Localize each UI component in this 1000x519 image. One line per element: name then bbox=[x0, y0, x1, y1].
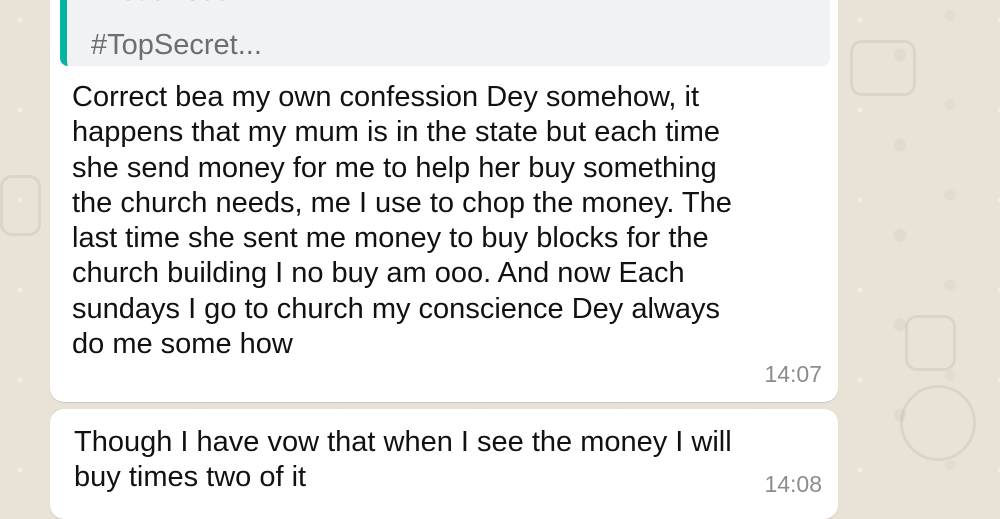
message-timestamp: 14:07 bbox=[764, 361, 822, 387]
wallpaper-doodle bbox=[850, 40, 916, 96]
message-text: Though I have vow that when I see the mo… bbox=[74, 426, 732, 493]
message-timestamp: 14:08 bbox=[764, 471, 822, 497]
message-text: Correct bea my own confession Dey someho… bbox=[72, 81, 732, 361]
quoted-message-line: Breath out bbox=[91, 0, 225, 8]
wallpaper-doodle bbox=[900, 385, 976, 461]
message-bubble[interactable]: Breath out #TopSecret... Correct bea my … bbox=[50, 0, 838, 402]
wallpaper-doodle bbox=[905, 315, 956, 371]
message-bubble[interactable]: Though I have vow that when I see the mo… bbox=[50, 409, 838, 519]
wallpaper-doodle bbox=[0, 175, 41, 236]
quoted-message-line: #TopSecret... bbox=[91, 29, 262, 61]
quoted-message[interactable]: Breath out #TopSecret... bbox=[60, 0, 830, 66]
